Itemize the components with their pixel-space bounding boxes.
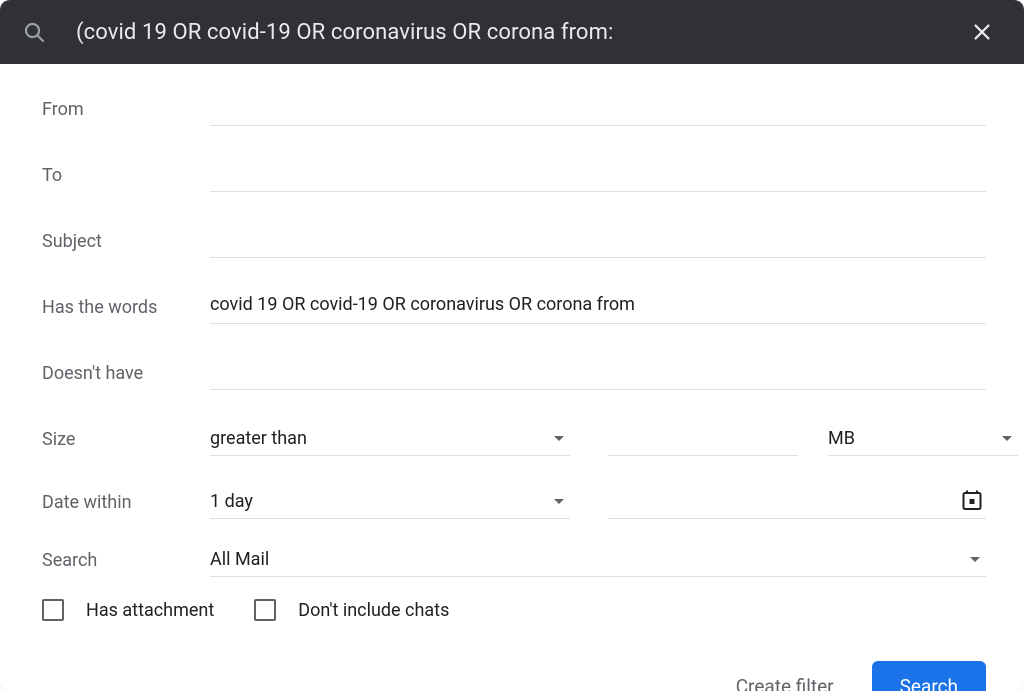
size-unit-value: MB [828, 428, 1002, 449]
date-label: Date within [42, 492, 210, 519]
to-input[interactable] [210, 158, 986, 192]
size-row: Size greater than MB [42, 422, 986, 456]
calendar-icon[interactable] [958, 486, 986, 514]
has-words-label: Has the words [42, 297, 210, 324]
date-range-select[interactable]: 1 day [210, 491, 570, 519]
subject-row: Subject [42, 224, 986, 258]
date-range-value: 1 day [210, 491, 554, 512]
from-label: From [42, 99, 210, 126]
to-row: To [42, 158, 986, 192]
has-words-row: Has the words [42, 290, 986, 324]
size-unit-select[interactable]: MB [828, 428, 1018, 456]
to-label: To [42, 165, 210, 192]
exclude-chats-checkbox[interactable]: Don't include chats [254, 599, 449, 621]
size-label: Size [42, 429, 210, 456]
search-in-select[interactable]: All Mail [210, 549, 986, 577]
search-query-input[interactable] [74, 19, 962, 46]
search-topbar [0, 0, 1024, 64]
search-in-label: Search [42, 550, 210, 577]
has-attachment-label: Has attachment [86, 600, 214, 621]
size-relation-value: greater than [210, 428, 554, 449]
checkbox-row: Has attachment Don't include chats [42, 599, 986, 621]
date-field [608, 486, 986, 519]
chevron-down-icon [554, 499, 564, 504]
subject-label: Subject [42, 231, 210, 258]
doesnt-have-input[interactable] [210, 356, 986, 390]
dialog-actions: Create filter Search [42, 661, 986, 691]
from-input[interactable] [210, 92, 986, 126]
chevron-down-icon [970, 557, 980, 562]
size-relation-select[interactable]: greater than [210, 428, 570, 456]
doesnt-have-row: Doesn't have [42, 356, 986, 390]
checkbox-icon [254, 599, 276, 621]
date-row: Date within 1 day [42, 486, 986, 519]
chevron-down-icon [554, 436, 564, 441]
date-input[interactable] [608, 489, 958, 512]
checkbox-icon [42, 599, 64, 621]
size-amount-input[interactable] [608, 422, 798, 456]
from-row: From [42, 92, 986, 126]
has-words-input[interactable] [210, 290, 986, 324]
subject-input[interactable] [210, 224, 986, 258]
advanced-search-dialog: From To Subject Has the words Doesn't ha… [0, 0, 1024, 691]
close-button[interactable] [962, 12, 1002, 52]
create-filter-button[interactable]: Create filter [732, 665, 838, 691]
search-in-value: All Mail [210, 549, 970, 570]
search-in-row: Search All Mail [42, 549, 986, 577]
search-button[interactable]: Search [872, 661, 986, 691]
search-options-panel: From To Subject Has the words Doesn't ha… [0, 64, 1024, 691]
doesnt-have-label: Doesn't have [42, 363, 210, 390]
chevron-down-icon [1002, 436, 1012, 441]
exclude-chats-label: Don't include chats [298, 600, 449, 621]
has-attachment-checkbox[interactable]: Has attachment [42, 599, 214, 621]
search-icon [22, 20, 46, 44]
